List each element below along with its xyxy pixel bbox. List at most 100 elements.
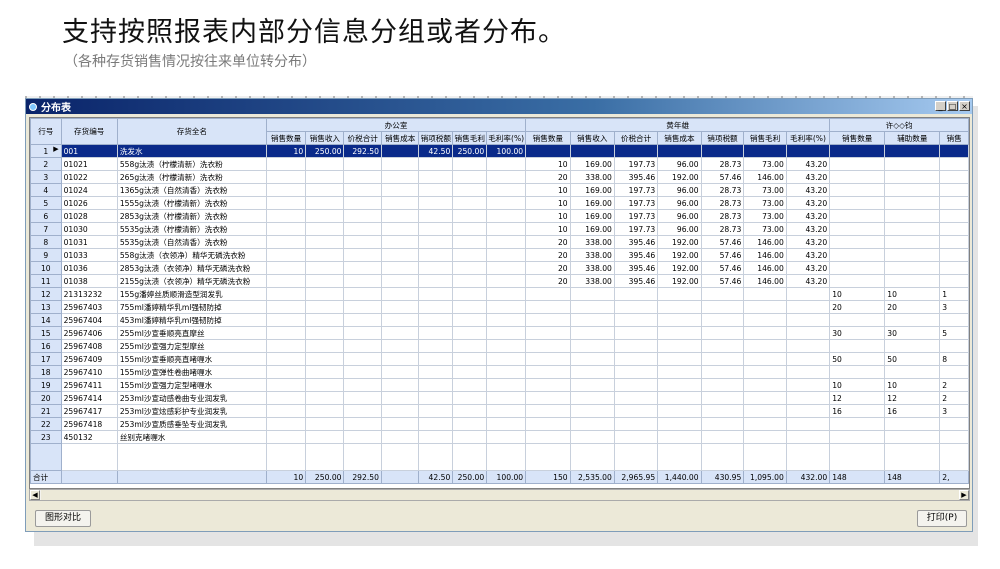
scroll-thumb[interactable]	[41, 490, 961, 500]
table-row[interactable]: 23 450132 丝别克啫喱水	[30, 430, 969, 444]
subcol-header[interactable]: 毛利率(%)	[486, 131, 527, 145]
subcol-header[interactable]: 辅助数量	[884, 131, 941, 145]
value-cell: 28.73	[700, 196, 745, 210]
table-row[interactable]: 20 25967414 253ml沙宣动感卷曲专业润发乳 12 12 2	[30, 391, 969, 405]
value-cell	[939, 274, 969, 288]
value-cell	[785, 430, 831, 444]
empty-cell	[486, 443, 527, 471]
value-cell: 16	[884, 404, 941, 418]
table-row[interactable]: 21 25967417 253ml沙宣炫感彩护专业润发乳 16 16 3	[30, 404, 969, 418]
value-cell	[452, 365, 488, 379]
value-cell	[343, 157, 382, 171]
value-cell	[418, 222, 454, 236]
table-row[interactable]: 3 01022 265g汰渍（柠檬清新）洗衣粉 20 338.00 395.46 192.0…	[30, 170, 969, 184]
value-cell	[939, 339, 969, 353]
table-row[interactable]: 17 25967409 155ml沙宣垂顺亮直啫喱水 50 50 8	[30, 352, 969, 366]
subcol-header[interactable]: 销售收入	[305, 131, 345, 145]
table-row[interactable]: 4 01024 1365g汰渍（自然清香）洗衣粉 10 169.00 197.73 96.0…	[30, 183, 969, 197]
subcol-header[interactable]: 销售毛利	[743, 131, 787, 145]
value-cell	[265, 378, 307, 392]
table-row[interactable]: 1 ▶ 001 洗发水 10 250.00 292.50 42.50 250.00 100.00	[30, 144, 969, 158]
value-cell	[939, 144, 969, 158]
name-cell: 453ml潘婷精华乳ml强韧防掉	[116, 313, 267, 327]
scroll-right-button[interactable]: ▶	[959, 490, 969, 500]
row-number: 12	[30, 287, 62, 301]
subcol-header[interactable]: 销售数量	[525, 131, 571, 145]
value-cell: 42.50	[418, 144, 454, 158]
row-number: 9	[30, 248, 62, 262]
subcol-header[interactable]: 价税合计	[613, 131, 659, 145]
table-row[interactable]: 6 01028 2853g汰渍（柠檬清新）洗衣粉 10 169.00 197.73 96.0…	[30, 209, 969, 223]
code-cell: 25967410	[60, 365, 118, 379]
total-cell: 2,535.00	[569, 470, 615, 484]
window-titlebar[interactable]: 分布表	[26, 99, 972, 114]
subcol-header[interactable]: 价税合计	[343, 131, 382, 145]
chart-compare-button[interactable]: 图形对比	[35, 510, 91, 527]
print-button[interactable]: 打印(P)	[917, 510, 967, 527]
subcol-header[interactable]: 销售收入	[569, 131, 615, 145]
value-cell	[265, 157, 307, 171]
value-cell	[657, 300, 702, 314]
subcol-header[interactable]: 销售成本	[657, 131, 702, 145]
empty-cell	[60, 470, 118, 484]
value-cell	[569, 365, 615, 379]
value-cell: 1	[939, 287, 969, 301]
table-row[interactable]: 14 25967404 453ml潘婷精华乳ml强韧防掉	[30, 313, 969, 327]
table-row[interactable]: 7 01030 5535g汰渍（柠檬清新）洗衣粉 10 169.00 197.73 96.0…	[30, 222, 969, 236]
value-cell	[380, 300, 420, 314]
name-cell: 丝别克啫喱水	[116, 430, 267, 444]
value-cell: 57.46	[700, 248, 745, 262]
table-row[interactable]: 18 25967410 155ml沙宣弹性卷曲啫喱水	[30, 365, 969, 379]
subcol-header[interactable]: 销售成本	[380, 131, 420, 145]
table-row[interactable]: 8 01031 5535g汰渍（自然清香）洗衣粉 20 338.00 395.46 192.…	[30, 235, 969, 249]
value-cell	[700, 287, 745, 301]
value-cell	[305, 391, 345, 405]
row-number: 16	[30, 339, 62, 353]
minimize-button[interactable]: _	[935, 101, 946, 111]
empty-cell	[30, 443, 62, 471]
value-cell	[343, 339, 382, 353]
table-row[interactable]: 2 01021 558g汰渍（柠檬清新）洗衣粉 10 169.00 197.73 96.00…	[30, 157, 969, 171]
table-row[interactable]: 5 01026 1555g汰渍（柠檬清新）洗衣粉 10 169.00 197.73 96.0…	[30, 196, 969, 210]
value-cell: 3	[939, 404, 969, 418]
value-cell	[265, 287, 307, 301]
code-cell: 25967418	[60, 417, 118, 431]
maximize-button[interactable]: □	[947, 101, 958, 111]
col-row-no[interactable]: 行号	[30, 118, 62, 145]
table-row[interactable]: 13 25967403 755ml潘婷精华乳ml强韧防掉 20 20 3	[30, 300, 969, 314]
table-row[interactable]: 16 25967408 255ml沙宣强力定型摩丝	[30, 339, 969, 353]
value-cell	[380, 430, 420, 444]
subcol-header[interactable]: 销售毛利	[452, 131, 488, 145]
scroll-left-button[interactable]: ◀	[30, 490, 40, 500]
value-cell: 57.46	[700, 235, 745, 249]
report-grid[interactable]: 行号 存货编号 存货全名 办公室 黄年雄 许◇◇钧 销售数量 销售收入 价税合计 销售…	[29, 117, 970, 489]
value-cell	[569, 417, 615, 431]
table-row[interactable]: 15 25967406 255ml沙宣垂顺亮直摩丝 30 30 5	[30, 326, 969, 340]
subcol-header[interactable]: 销项税额	[418, 131, 454, 145]
subcol-header[interactable]: 毛利率(%)	[785, 131, 831, 145]
table-row[interactable]: 22 25967418 253ml沙宣质感垂坠专业润发乳	[30, 417, 969, 431]
table-row[interactable]: 19 25967411 155ml沙宣强力定型啫喱水 10 10 2	[30, 378, 969, 392]
value-cell	[452, 209, 488, 223]
value-cell	[486, 248, 527, 262]
code-cell: 01033	[60, 248, 118, 262]
empty-cell	[116, 470, 267, 484]
subcol-header[interactable]: 销售数量	[265, 131, 307, 145]
value-cell	[743, 378, 787, 392]
value-cell	[829, 274, 886, 288]
subcol-header[interactable]: 销项税额	[700, 131, 745, 145]
col-code[interactable]: 存货编号	[60, 118, 118, 145]
table-row[interactable]: 10 01036 2853g汰渍（衣领净）精华无磷洗衣粉 20 338.00 395.46…	[30, 261, 969, 275]
code-cell: 01024	[60, 183, 118, 197]
value-cell	[939, 170, 969, 184]
horizontal-scrollbar[interactable]: ◀ ▶	[29, 489, 970, 501]
table-row[interactable]: 11 01038 2155g汰渍（衣领净）精华无磷洗衣粉 20 338.00 395.46…	[30, 274, 969, 288]
subcol-header[interactable]: 销售数量	[829, 131, 886, 145]
subcol-header[interactable]: 销售	[939, 131, 969, 145]
table-row[interactable]: 9 01033 558g汰渍（衣领净）精华无磷洗衣粉 20 338.00 395.46 19…	[30, 248, 969, 262]
table-row[interactable]: 12 21313232 155g潘婷丝质顺滑造型润发乳 10 10 1	[30, 287, 969, 301]
value-cell	[486, 222, 527, 236]
close-button[interactable]: ×	[959, 101, 970, 111]
value-cell	[486, 391, 527, 405]
col-name[interactable]: 存货全名	[116, 118, 267, 145]
